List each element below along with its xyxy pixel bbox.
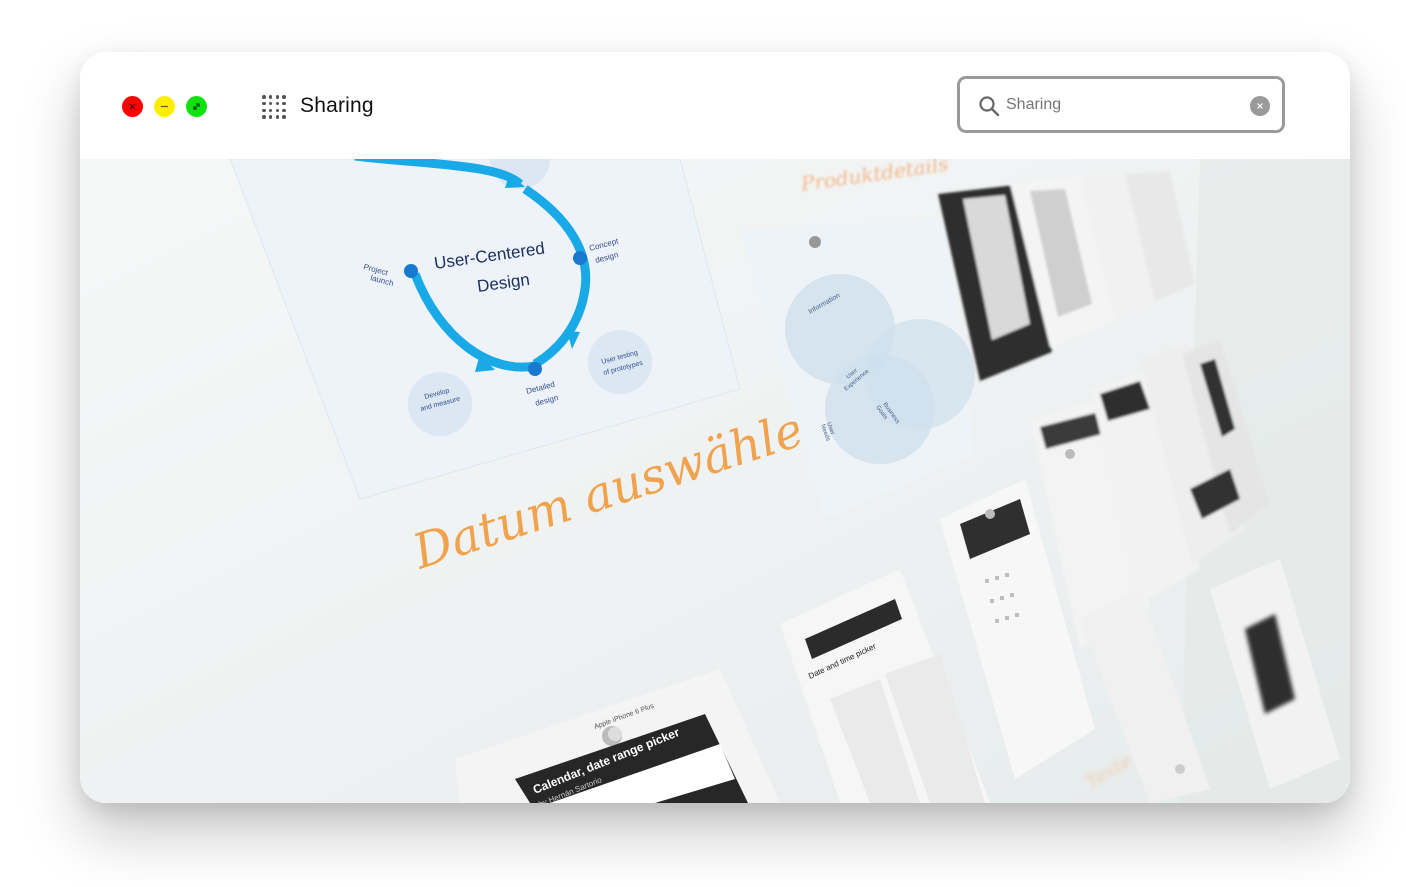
title-bar: Sharing [80,52,1350,159]
app-window: Sharing Sharing User-Centered Design Pro… [80,52,1350,803]
search-icon [979,96,1000,117]
search-box[interactable] [957,76,1285,133]
maximize-window-button[interactable] [186,96,207,117]
clear-search-button[interactable] [1250,96,1270,116]
grid-icon[interactable] [262,95,286,119]
search-input[interactable] [1006,93,1236,117]
minimize-icon [161,105,168,108]
window-title: Sharing [300,94,374,117]
minimize-window-button[interactable] [154,96,175,117]
close-window-button[interactable] [122,96,143,117]
close-icon [1257,103,1263,109]
expand-icon [193,103,200,110]
close-icon [129,103,136,110]
hero-photo: User-Centered Design Project launch Conc… [80,159,1350,803]
